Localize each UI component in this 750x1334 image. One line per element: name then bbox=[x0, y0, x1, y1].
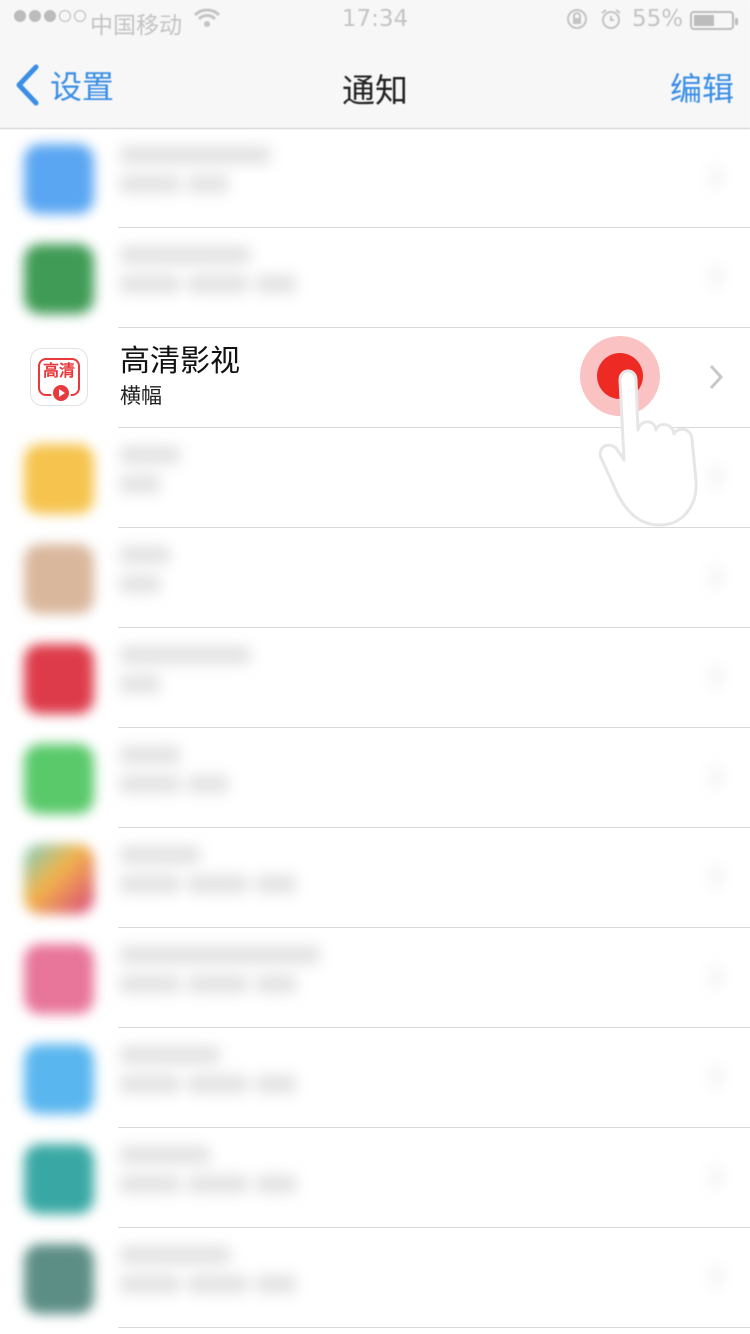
app-icon bbox=[24, 1244, 94, 1314]
chevron-right-icon bbox=[709, 664, 724, 690]
chevron-right-icon bbox=[709, 1264, 724, 1290]
app-icon bbox=[24, 944, 94, 1014]
video-app-icon: 高清 bbox=[30, 348, 88, 406]
list-item[interactable] bbox=[0, 828, 750, 928]
chevron-right-icon bbox=[709, 764, 724, 790]
play-icon bbox=[51, 383, 71, 403]
battery-fill bbox=[694, 15, 714, 26]
app-name: 高清影视 bbox=[120, 344, 240, 379]
app-icon bbox=[24, 144, 94, 214]
notification-app-list: 高清 高清影视 横幅 bbox=[0, 128, 750, 1328]
chevron-right-icon bbox=[709, 864, 724, 890]
app-icon bbox=[24, 444, 94, 514]
app-icon bbox=[24, 244, 94, 314]
page-title: 通知 bbox=[342, 71, 408, 110]
chevron-right-icon bbox=[709, 964, 724, 990]
alarm-icon bbox=[600, 8, 622, 35]
app-icon bbox=[24, 844, 94, 914]
hand-pointer-icon bbox=[598, 369, 698, 527]
app-icon bbox=[24, 744, 94, 814]
list-item[interactable] bbox=[0, 528, 750, 628]
app-icon bbox=[24, 644, 94, 714]
chevron-right-icon bbox=[709, 164, 724, 190]
list-item[interactable] bbox=[0, 1228, 750, 1328]
list-item[interactable] bbox=[0, 228, 750, 328]
chevron-right-icon bbox=[709, 564, 724, 590]
alert-style: 横幅 bbox=[120, 384, 162, 408]
battery-percent: 55% bbox=[632, 6, 684, 32]
chevron-right-icon bbox=[709, 1064, 724, 1090]
app-icon bbox=[24, 1044, 94, 1114]
rotation-lock-icon bbox=[566, 8, 588, 35]
list-item[interactable] bbox=[0, 1028, 750, 1128]
app-icon bbox=[24, 1144, 94, 1214]
header: 中国移动 17:34 55% 设置 通知 编辑 bbox=[0, 0, 750, 129]
app-icon bbox=[24, 544, 94, 614]
chevron-right-icon bbox=[709, 264, 724, 290]
list-item[interactable] bbox=[0, 928, 750, 1028]
edit-button[interactable]: 编辑 bbox=[670, 64, 734, 110]
chevron-right-icon bbox=[709, 1164, 724, 1190]
list-item[interactable] bbox=[0, 128, 750, 228]
list-item[interactable] bbox=[0, 1128, 750, 1228]
battery-icon bbox=[690, 11, 738, 30]
status-bar: 中国移动 17:34 55% bbox=[0, 0, 750, 40]
app-icon-label: 高清 bbox=[42, 361, 75, 380]
list-item[interactable] bbox=[0, 628, 750, 728]
list-item[interactable] bbox=[0, 728, 750, 828]
